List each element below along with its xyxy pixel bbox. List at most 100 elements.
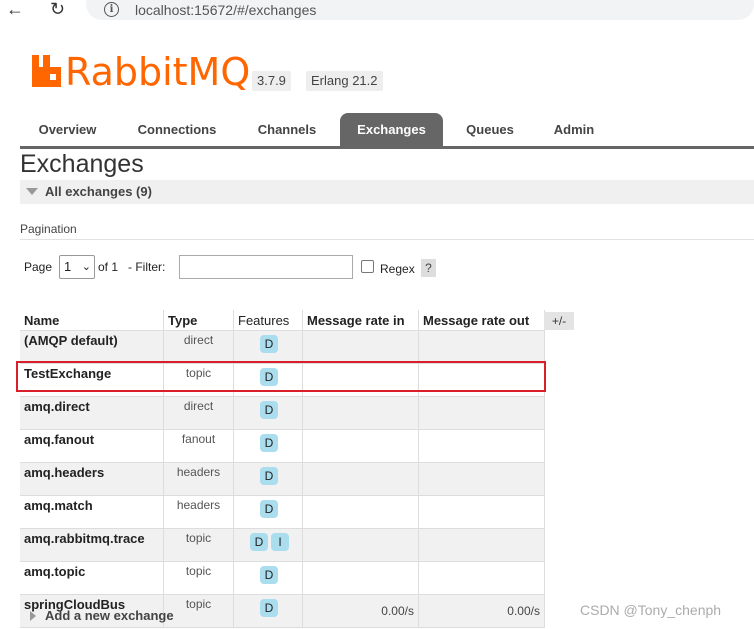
section-title[interactable]: All exchanges (9): [45, 184, 152, 199]
column-header-message-rate-in[interactable]: Message rate in: [302, 310, 419, 331]
back-arrow-icon[interactable]: ←: [6, 0, 24, 18]
chevron-down-icon: ⌄: [81, 261, 91, 273]
exchange-type: topic: [163, 561, 234, 595]
table-row[interactable]: amq.direct direct D: [20, 396, 545, 430]
exchange-features: D: [233, 495, 303, 529]
watermark: CSDN @Tony_chenph: [580, 602, 722, 618]
rate-out: [418, 495, 545, 529]
toggle-columns-button[interactable]: +/-: [544, 312, 574, 330]
logo-wordmark: RabbitMQ: [65, 50, 251, 94]
tab-overview[interactable]: Overview: [20, 113, 115, 146]
durable-badge: D: [260, 401, 278, 419]
rate-in: [302, 363, 419, 397]
page-label: Page: [24, 260, 53, 274]
durable-badge: D: [260, 599, 278, 617]
exchange-type: direct: [163, 330, 234, 364]
internal-badge: I: [271, 533, 289, 551]
rabbit-logo-icon: [32, 55, 61, 87]
exchange-type: fanout: [163, 429, 234, 463]
exchange-name[interactable]: (AMQP default): [20, 330, 164, 364]
exchange-features: D: [233, 396, 303, 430]
exchange-features: DI: [233, 528, 303, 562]
info-icon[interactable]: i: [104, 2, 119, 17]
table-row[interactable]: amq.match headers D: [20, 495, 545, 529]
exchange-name[interactable]: amq.rabbitmq.trace: [20, 528, 164, 562]
table-row[interactable]: amq.fanout fanout D: [20, 429, 545, 463]
exchange-type: topic: [163, 363, 234, 397]
exchange-type: topic: [163, 528, 234, 562]
rate-out: 0.00/s: [418, 594, 545, 628]
durable-badge: D: [260, 335, 278, 353]
exchange-name[interactable]: amq.topic: [20, 561, 164, 595]
page-select[interactable]: 1 ⌄: [59, 255, 95, 279]
url-text[interactable]: localhost:15672/#/exchanges: [135, 2, 316, 18]
column-header-features: Features: [233, 310, 303, 331]
browser-toolbar: ← ↻ i localhost:15672/#/exchanges: [0, 0, 754, 24]
durable-badge: D: [260, 434, 278, 452]
rate-out: [418, 528, 545, 562]
rate-in: [302, 462, 419, 496]
add-exchange-label[interactable]: Add a new exchange: [45, 608, 174, 623]
rate-out: [418, 396, 545, 430]
exchange-features: D: [233, 561, 303, 595]
rate-out: [418, 462, 545, 496]
table-row[interactable]: (AMQP default) direct D: [20, 330, 545, 364]
rate-out: [418, 363, 545, 397]
exchange-features: D: [233, 594, 303, 628]
exchange-name[interactable]: amq.direct: [20, 396, 164, 430]
rate-in: [302, 330, 419, 364]
rabbitmq-version-badge: 3.7.9: [252, 71, 291, 91]
erlang-version-badge: Erlang 21.2: [306, 71, 383, 91]
page-title: Exchanges: [20, 150, 144, 178]
filter-label: - Filter:: [128, 260, 166, 274]
exchange-name[interactable]: TestExchange: [20, 363, 164, 397]
exchange-features: D: [233, 462, 303, 496]
durable-badge: D: [260, 368, 278, 386]
pagination-label: Pagination: [20, 222, 77, 236]
exchange-name[interactable]: amq.fanout: [20, 429, 164, 463]
exchange-type: headers: [163, 495, 234, 529]
divider: [20, 239, 754, 240]
table-row[interactable]: amq.headers headers D: [20, 462, 545, 496]
column-header-name[interactable]: Name: [20, 310, 164, 331]
reload-icon[interactable]: ↻: [50, 0, 65, 18]
tab-exchanges[interactable]: Exchanges: [340, 113, 443, 146]
regex-checkbox[interactable]: [361, 260, 374, 273]
exchange-features: D: [233, 429, 303, 463]
durable-badge: D: [260, 467, 278, 485]
add-exchange-section-header[interactable]: Add a new exchange: [30, 608, 174, 623]
tab-admin[interactable]: Admin: [540, 113, 608, 146]
column-header-message-rate-out[interactable]: Message rate out: [418, 310, 545, 331]
rate-in: 0.00/s: [302, 594, 419, 628]
table-row[interactable]: amq.topic topic D: [20, 561, 545, 595]
pagination-controls: Page 1 ⌄ of 1 - Filter: Regex ?: [24, 255, 744, 283]
exchange-features: D: [233, 363, 303, 397]
rate-in: [302, 528, 419, 562]
expand-triangle-icon[interactable]: [30, 611, 36, 621]
exchange-type: topic: [163, 594, 234, 628]
regex-help-button[interactable]: ?: [421, 259, 436, 277]
tab-connections[interactable]: Connections: [123, 113, 231, 146]
rate-in: [302, 429, 419, 463]
exchanges-table: Name Type Features Message rate in Messa…: [20, 310, 545, 628]
rate-in: [302, 495, 419, 529]
collapse-triangle-icon[interactable]: [26, 188, 38, 195]
durable-badge: D: [250, 533, 268, 551]
tab-queues[interactable]: Queues: [452, 113, 528, 146]
rate-out: [418, 330, 545, 364]
column-header-type[interactable]: Type: [163, 310, 234, 331]
exchange-name[interactable]: amq.match: [20, 495, 164, 529]
page-select-value: 1: [64, 259, 72, 274]
rate-in: [302, 561, 419, 595]
tab-channels[interactable]: Channels: [242, 113, 332, 146]
table-row[interactable]: amq.rabbitmq.trace topic DI: [20, 528, 545, 562]
all-exchanges-section-header[interactable]: All exchanges (9): [20, 180, 754, 204]
table-row[interactable]: TestExchange topic D: [20, 363, 545, 397]
exchange-features: D: [233, 330, 303, 364]
rate-in: [302, 396, 419, 430]
regex-label: Regex: [380, 262, 415, 276]
exchange-name[interactable]: amq.headers: [20, 462, 164, 496]
exchange-type: headers: [163, 462, 234, 496]
exchange-type: direct: [163, 396, 234, 430]
filter-input[interactable]: [179, 255, 353, 279]
